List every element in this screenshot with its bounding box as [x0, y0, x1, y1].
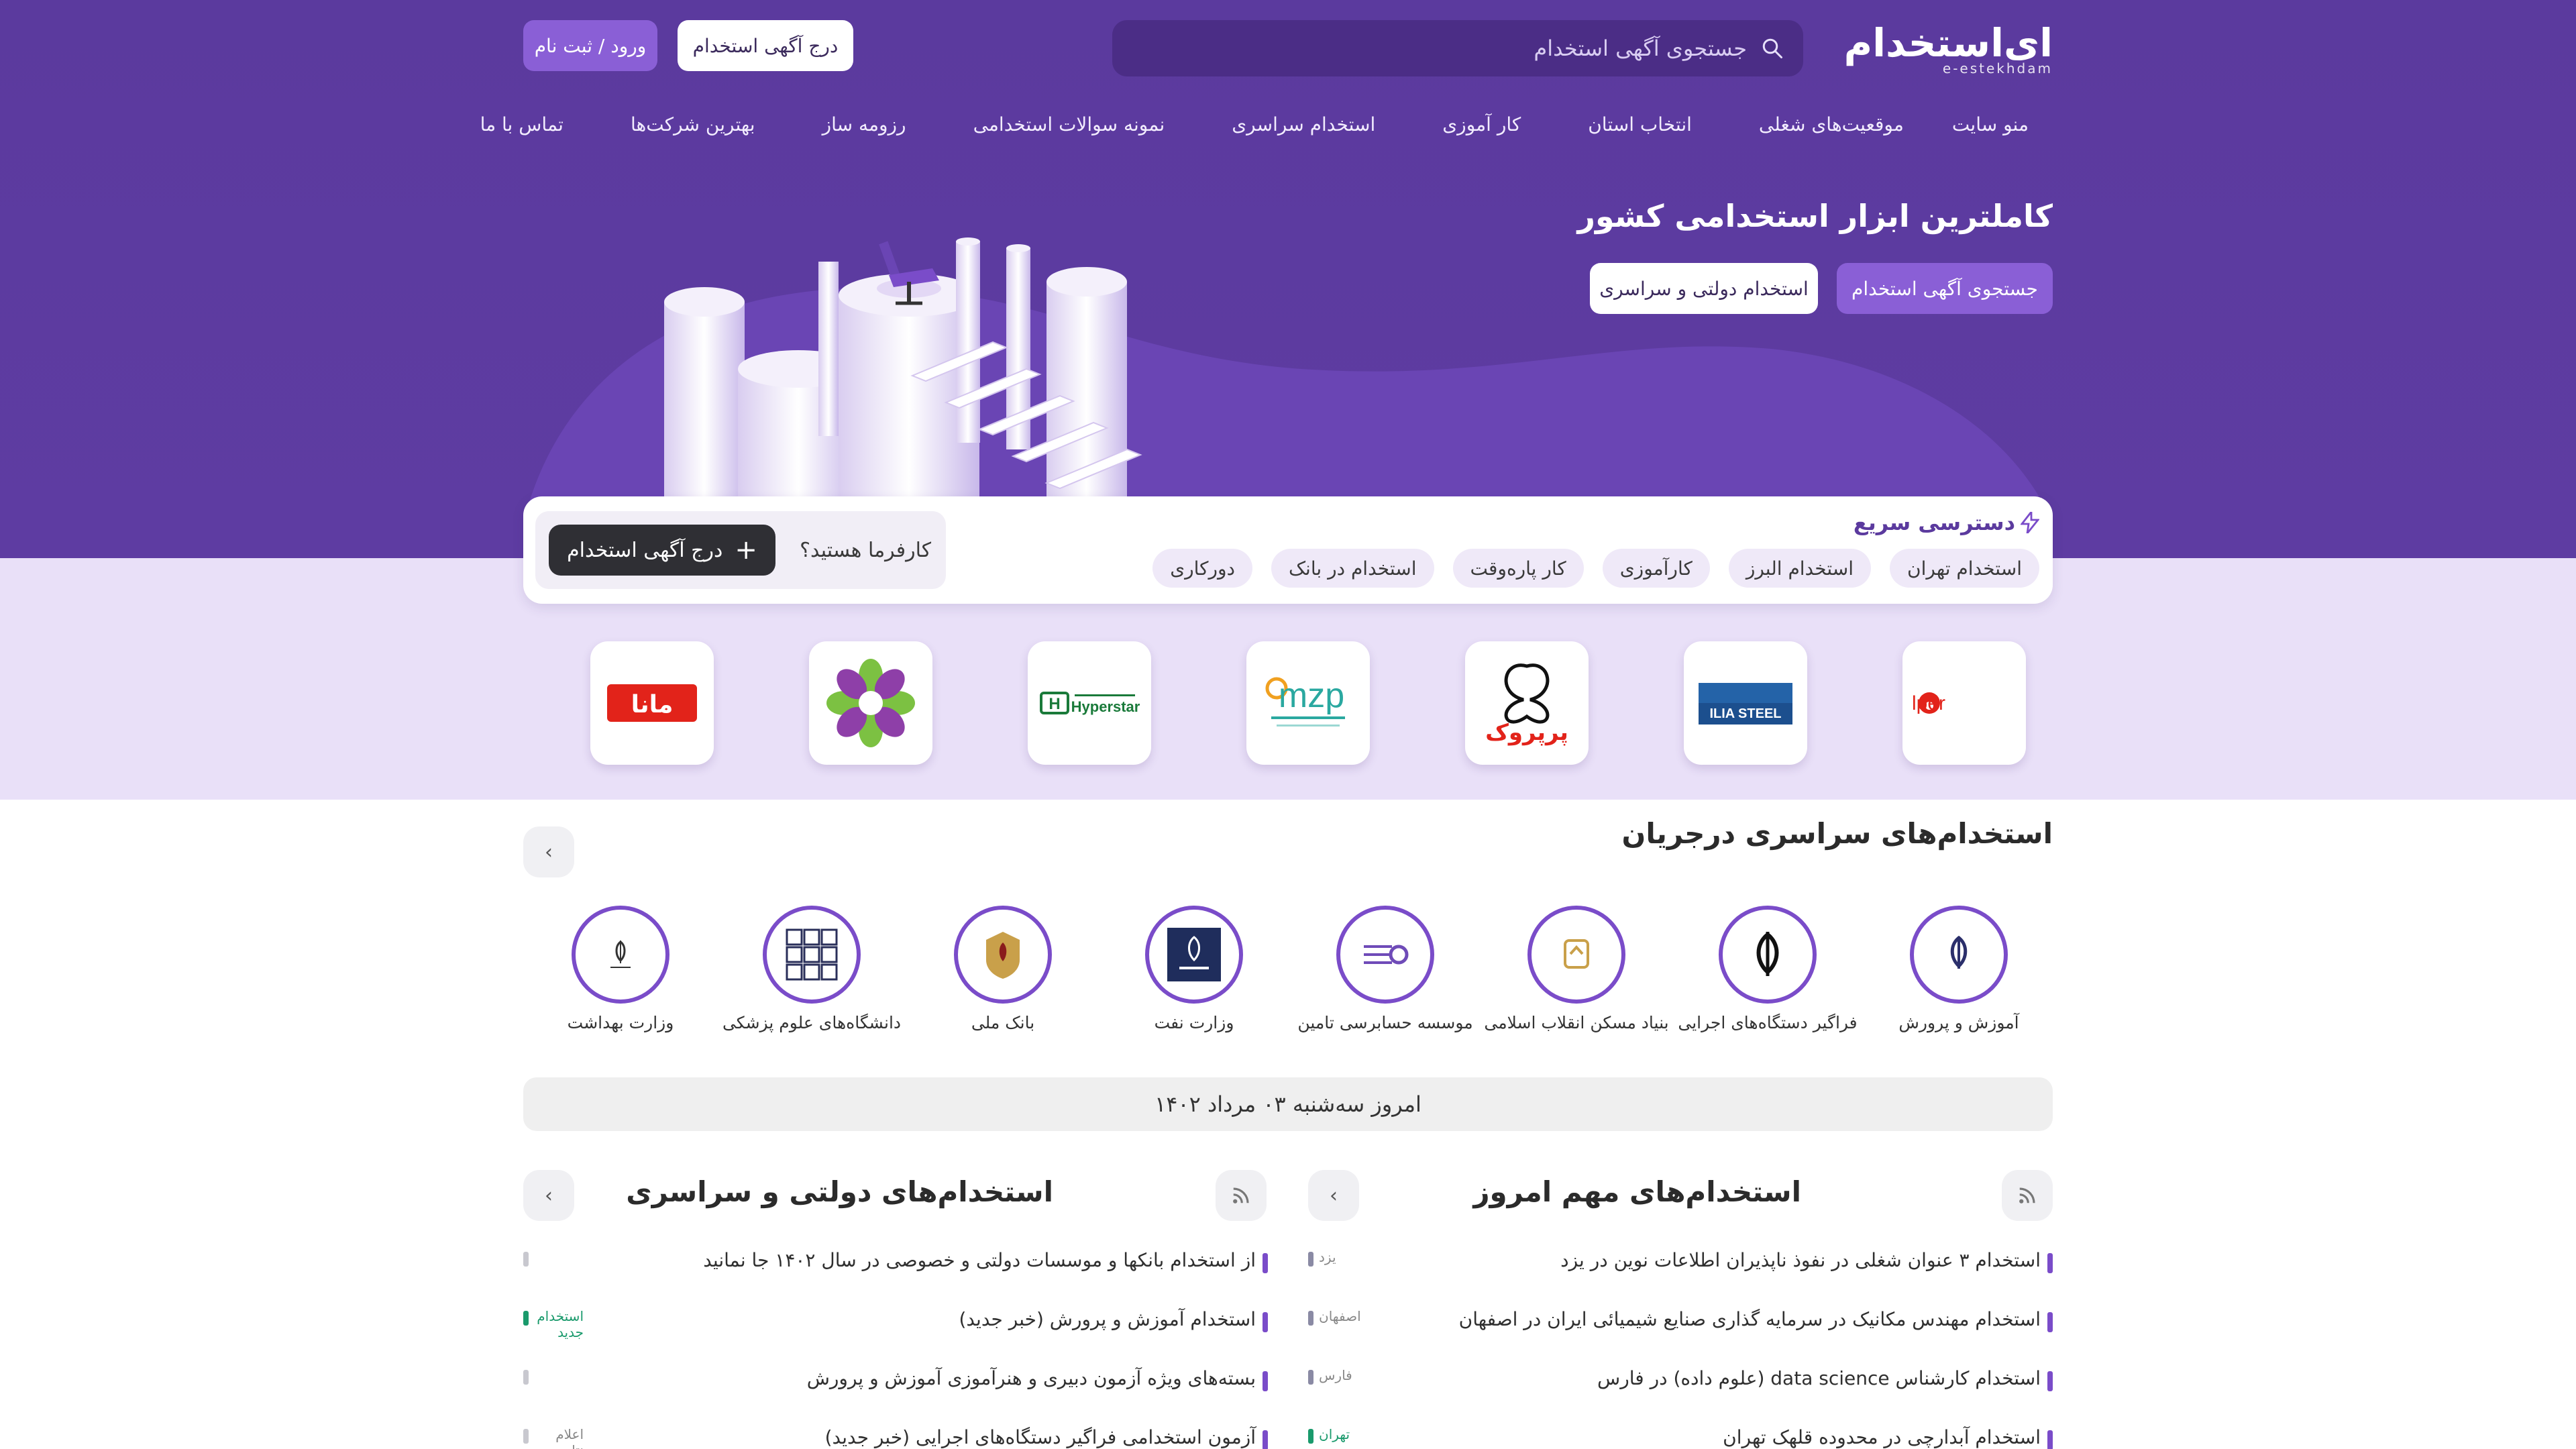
org-logo — [954, 906, 1052, 1004]
main-nav: منو سایت موقعیت‌های شغلی انتخاب استان کا… — [480, 101, 2053, 148]
org-executive-agencies[interactable]: فراگیر دستگاه‌های اجرایی — [1674, 906, 1862, 1032]
svg-text:mzp: mzp — [1279, 676, 1344, 715]
nav-item-best-companies[interactable]: بهترین شرکت‌ها — [631, 113, 755, 136]
government-list: از استخدام بانکها و موسسات دولتی و خصوصی… — [523, 1241, 1269, 1449]
today-date-bar: امروز سه‌شنبه ۰۳ مرداد ۱۴۰۲ — [523, 1077, 2053, 1131]
nav-item-national-hiring[interactable]: استخدام سراسری — [1232, 113, 1375, 136]
org-logo — [572, 906, 669, 1004]
government-title: استخدام‌های دولتی و سراسری — [626, 1175, 1053, 1208]
chair-icon — [877, 241, 941, 305]
hero-background — [0, 0, 2576, 558]
list-item[interactable]: استخدام کارشناس data science (علوم داده)… — [1308, 1359, 2053, 1418]
list-item[interactable]: استخدام ۳ عنوان شغلی در نفوذ ناپذیران اط… — [1308, 1241, 2053, 1300]
company-logos: nilper ILIA STEEL پرپروک mzp H Hyperstar — [523, 641, 2053, 765]
logo-mzp[interactable]: mzp — [1246, 641, 1370, 765]
org-housing-foundation[interactable]: بنیاد مسکن انقلاب اسلامی — [1483, 906, 1670, 1032]
org-logo — [1145, 906, 1243, 1004]
important-title: استخدام‌های مهم امروز — [1473, 1175, 1801, 1208]
svg-text:Hyperstar: Hyperstar — [1071, 698, 1140, 715]
chevron-right-icon: › — [545, 840, 553, 864]
list-item[interactable]: از استخدام بانکها و موسسات دولتی و خصوصی… — [523, 1241, 1268, 1300]
hero-search-jobs-button[interactable]: جستجوی آگهی استخدام — [1837, 263, 2053, 314]
svg-text:مانا: مانا — [631, 691, 674, 718]
logo-ornament[interactable] — [809, 641, 932, 765]
lightning-icon — [2021, 512, 2039, 533]
rss-icon — [1233, 1187, 1249, 1203]
quick-access-panel: دسترسی سریع استخدام تهران استخدام البرز … — [523, 496, 2053, 604]
nav-item-province[interactable]: انتخاب استان — [1588, 113, 1692, 136]
search-input[interactable]: جستجوی آگهی استخدام — [1112, 20, 1803, 76]
chip-remote[interactable]: دورکاری — [1152, 549, 1252, 588]
search-placeholder: جستجوی آگهی استخدام — [1534, 36, 1747, 61]
employer-post-ad-button[interactable]: + درج آگهی استخدام — [549, 525, 775, 576]
employer-box: کارفرما هستید؟ + درج آگهی استخدام — [535, 511, 946, 589]
chip-alborz-jobs[interactable]: استخدام البرز — [1728, 549, 1872, 588]
quick-chips: استخدام تهران استخدام البرز کارآموزی کار… — [1152, 549, 2039, 588]
nav-item-job-positions[interactable]: موقعیت‌های شغلی — [1759, 113, 1904, 136]
org-health-ministry[interactable]: وزارت بهداشت — [527, 906, 714, 1032]
logo-mana[interactable]: مانا — [590, 641, 714, 765]
chip-tehran-jobs[interactable]: استخدام تهران — [1890, 549, 2039, 588]
post-ad-button[interactable]: درج آگهی استخدام — [678, 20, 853, 71]
org-medical-universities[interactable]: دانشگاه‌های علوم پزشکی — [718, 906, 906, 1032]
org-logo — [1910, 906, 2008, 1004]
org-bank-melli[interactable]: بانک ملی — [909, 906, 1097, 1032]
nav-item-site-menu[interactable]: منو سایت — [1952, 113, 2029, 136]
chip-bank-jobs[interactable]: استخدام در بانک — [1271, 549, 1434, 588]
org-audit-institute[interactable]: موسسه حسابرسی تامین — [1291, 906, 1479, 1032]
chip-part-time[interactable]: کار پاره‌وقت — [1452, 549, 1584, 588]
nav-item-internship[interactable]: کار آموزی — [1442, 113, 1521, 136]
rss-icon — [2019, 1187, 2035, 1203]
nav-item-resume-builder[interactable]: رزومه ساز — [822, 113, 906, 136]
list-item[interactable]: آزمون استخدامی فراگیر دستگاه‌های اجرایی … — [523, 1418, 1269, 1449]
logo-ilia-steel[interactable]: ILIA STEEL — [1684, 641, 1807, 765]
org-logo — [763, 906, 861, 1004]
chevron-right-icon: › — [1330, 1183, 1338, 1208]
svg-text:nilper: nilper — [1911, 692, 1945, 714]
org-logo — [1719, 906, 1817, 1004]
chip-internship[interactable]: کارآموزی — [1602, 549, 1710, 588]
svg-text:H: H — [1049, 695, 1060, 713]
svg-text:ILIA STEEL: ILIA STEEL — [1709, 706, 1781, 721]
government-rss-button[interactable] — [1216, 1170, 1267, 1221]
hero-title: کاملترین ابزار استخدامی کشور — [1577, 198, 2053, 234]
quick-access-title: دسترسی سریع — [1854, 510, 2039, 535]
nav-item-contact[interactable]: تماس با ما — [480, 113, 564, 136]
list-item[interactable]: بسته‌های ویژه آزمون دبیری و هنرآموزی آمو… — [523, 1359, 1269, 1418]
government-next-button[interactable]: › — [523, 1170, 574, 1221]
important-rss-button[interactable] — [2002, 1170, 2053, 1221]
logo-nilper[interactable]: nilper — [1902, 641, 2026, 765]
list-item[interactable]: استخدام آبدارچی در محدوده قلهک تهران تهر… — [1308, 1418, 2053, 1449]
ongoing-next-button[interactable]: › — [523, 826, 574, 877]
chevron-right-icon: › — [545, 1183, 553, 1208]
org-logo — [1527, 906, 1625, 1004]
ongoing-orgs: آموزش و پرورش فراگیر دستگاه‌های اجرایی ب… — [523, 906, 2053, 1040]
list-item[interactable]: استخدام مهندس مکانیک در سرمایه گذاری صنا… — [1308, 1300, 2053, 1359]
org-oil-ministry[interactable]: وزارت نفت — [1100, 906, 1288, 1032]
search-icon — [1762, 38, 1782, 58]
logo-perperook[interactable]: پرپروک — [1465, 641, 1589, 765]
hero-illustration — [664, 237, 1142, 503]
ongoing-title: استخدام‌های سراسری درجریان — [1621, 817, 2053, 850]
plus-icon: + — [735, 535, 757, 566]
logo-hyperstar[interactable]: H Hyperstar — [1028, 641, 1151, 765]
svg-text:پرپروک: پرپروک — [1485, 719, 1568, 746]
nav-item-sample-questions[interactable]: نمونه سوالات استخدامی — [973, 113, 1165, 136]
org-education[interactable]: آموزش و پرورش — [1865, 906, 2053, 1032]
login-button[interactable]: ورود / ثبت نام — [523, 20, 657, 71]
org-logo — [1336, 906, 1434, 1004]
important-next-button[interactable]: › — [1308, 1170, 1359, 1221]
important-list: استخدام ۳ عنوان شغلی در نفوذ ناپذیران اط… — [1308, 1241, 2053, 1449]
hero-government-jobs-button[interactable]: استخدام دولتی و سراسری — [1590, 263, 1818, 314]
employer-question: کارفرما هستید؟ — [800, 538, 931, 562]
list-item[interactable]: استخدام آموزش و پرورش (خبر جدید) استخدام… — [523, 1300, 1268, 1359]
site-logo[interactable]: ای‌استخدام e-estekhdam — [1844, 23, 2053, 76]
